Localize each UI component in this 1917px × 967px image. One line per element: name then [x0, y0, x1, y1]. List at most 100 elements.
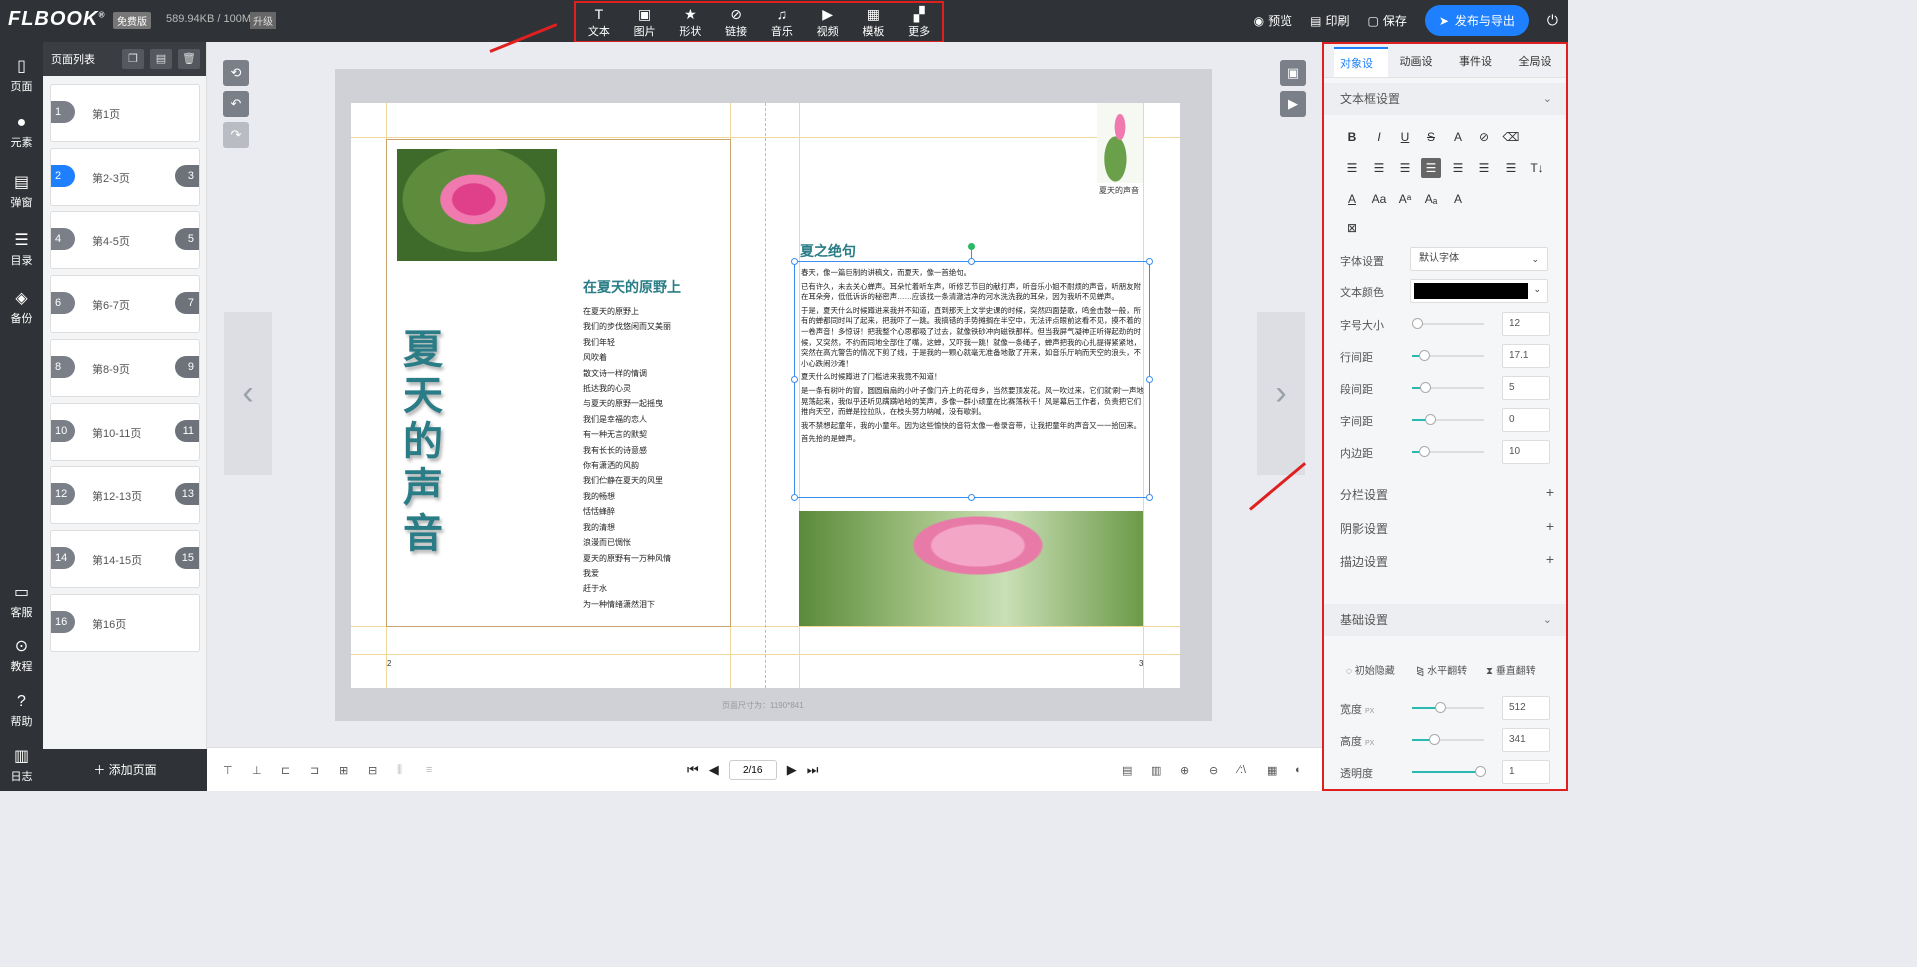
resize-handle[interactable]: [968, 494, 975, 501]
undo-icon[interactable]: ↶: [223, 91, 249, 117]
font-select[interactable]: 默认字体 ⌄: [1410, 247, 1548, 271]
tab-event-settings[interactable]: 事件设置: [1453, 47, 1507, 98]
link-tool[interactable]: ⊘ 链接: [725, 6, 747, 39]
property-value-input[interactable]: 10: [1502, 440, 1550, 464]
property-slider[interactable]: [1412, 318, 1484, 329]
property-value-input[interactable]: 512: [1502, 696, 1550, 720]
slider-knob[interactable]: [1412, 318, 1423, 329]
nav-help[interactable]: ? 帮助: [0, 693, 43, 729]
flip-vertical-button[interactable]: ⧗ 垂直翻转: [1486, 662, 1536, 677]
last-page-icon[interactable]: ⏭: [807, 762, 819, 778]
resize-handle[interactable]: [791, 494, 798, 501]
align-bottom-icon[interactable]: ⊥: [252, 764, 262, 777]
upgrade-button[interactable]: 升级: [250, 12, 276, 29]
layers-icon[interactable]: ▣: [1280, 60, 1306, 86]
play-preview-icon[interactable]: ▶: [1280, 91, 1306, 117]
align-right-icon[interactable]: ⊐: [310, 764, 319, 777]
image-tool[interactable]: ▣ 图片: [634, 6, 656, 39]
justify-all-icon[interactable]: ☰: [1448, 158, 1468, 178]
shadow-settings-row[interactable]: 阴影设置 +: [1340, 518, 1554, 537]
stroke-settings-row[interactable]: 描边设置 +: [1340, 551, 1554, 570]
column-settings-row[interactable]: 分栏设置 +: [1340, 484, 1554, 503]
font-color-icon[interactable]: A: [1342, 189, 1362, 209]
property-slider[interactable]: [1412, 446, 1484, 457]
resize-handle[interactable]: [1146, 376, 1153, 383]
tab-object-settings[interactable]: 对象设置: [1334, 47, 1388, 100]
text-tool[interactable]: T 文本: [588, 6, 610, 39]
initial-hide-button[interactable]: ◌ 初始隐藏: [1346, 662, 1395, 677]
unlink-icon[interactable]: ⊘: [1474, 127, 1494, 147]
font-effect-icon[interactable]: A: [1448, 127, 1468, 147]
page-thumbnail[interactable]: 2 第2-3页 3: [50, 147, 200, 206]
slider-knob[interactable]: [1419, 382, 1431, 393]
resize-handle[interactable]: [1146, 258, 1153, 265]
template-tool[interactable]: ▦ 模板: [862, 6, 884, 39]
nav-service[interactable]: ▭ 客服: [0, 584, 43, 620]
nav-backup[interactable]: ◈ 备份: [0, 290, 43, 326]
lotus-illustration[interactable]: [1097, 103, 1143, 183]
outdent-icon[interactable]: ☰: [1501, 158, 1521, 178]
property-slider[interactable]: [1412, 382, 1484, 393]
property-value-input[interactable]: 5: [1502, 376, 1550, 400]
zoom-out-icon[interactable]: ⊖: [1209, 764, 1218, 777]
nav-popup[interactable]: ▤ 弹窗: [0, 174, 43, 210]
page-thumbnail[interactable]: 8 第8-9页 9: [50, 338, 200, 397]
slider-knob[interactable]: [1474, 766, 1486, 777]
slider-knob[interactable]: [1418, 446, 1430, 457]
page-thumbnail[interactable]: 16 第16页: [50, 593, 200, 652]
history-icon[interactable]: ⟲: [223, 60, 249, 86]
copy-page-icon[interactable]: ❐: [122, 49, 144, 69]
power-icon[interactable]: ⏻: [1547, 12, 1558, 29]
property-value-input[interactable]: 0: [1502, 408, 1550, 432]
nav-toc[interactable]: ☰ 目录: [0, 232, 43, 268]
distribute-h-icon[interactable]: ⫼: [397, 764, 402, 777]
poem-text[interactable]: 在夏天的原野上 我们的步伐悠闲而又美丽 我们年轻 风吹着 散文诗一样的情调 抵达我的心灵与…: [583, 304, 671, 612]
grid-icon[interactable]: ▦: [1267, 764, 1277, 777]
print-button[interactable]: ▤ 印刷: [1310, 12, 1349, 29]
article-title[interactable]: 夏之绝句: [800, 241, 856, 261]
redo-icon[interactable]: ↷: [223, 122, 249, 148]
property-slider[interactable]: [1412, 766, 1486, 777]
property-value-input[interactable]: 341: [1502, 728, 1550, 752]
textbox-section-header[interactable]: 文本框设置 ⌄: [1324, 83, 1566, 115]
superscript-icon[interactable]: Aᵃ: [1395, 189, 1415, 209]
page-thumbnail[interactable]: 14 第14-15页 15: [50, 529, 200, 588]
fit-page-icon[interactable]: ▥: [1151, 764, 1161, 777]
page-input[interactable]: [728, 760, 777, 780]
next-page-arrow[interactable]: ›: [1257, 312, 1305, 475]
font-case-icon[interactable]: Aa: [1369, 189, 1389, 209]
align-left-text-icon[interactable]: ☰: [1342, 158, 1362, 178]
property-slider[interactable]: [1412, 350, 1484, 361]
page-thumbnail[interactable]: 10 第10-11页 11: [50, 402, 200, 461]
lotus-caption[interactable]: 夏天的声音: [1099, 185, 1139, 196]
video-tool[interactable]: ▶ 视频: [817, 6, 839, 39]
bold-icon[interactable]: B: [1342, 127, 1362, 147]
music-tool[interactable]: ♫ 音乐: [771, 6, 793, 39]
flip-horizontal-button[interactable]: ⧎ 水平翻转: [1416, 662, 1467, 677]
lotus-photo[interactable]: [397, 149, 557, 261]
article-text[interactable]: 春天，像一篇巨制的讲稿文，而夏天，像一首绝句。 已有许久，未去关心蝉声。耳朵忙着听…: [801, 268, 1145, 448]
basic-section-header[interactable]: 基础设置 ⌄: [1324, 604, 1566, 636]
zoom-in-icon[interactable]: ⊕: [1180, 764, 1189, 777]
selected-textbox[interactable]: 春天，像一篇巨制的讲稿文，而夏天，像一首绝句。 已有许久，未去关心蝉声。耳朵忙着听…: [794, 261, 1150, 498]
tab-global-settings[interactable]: 全局设置: [1513, 47, 1567, 98]
resize-handle[interactable]: [791, 258, 798, 265]
more-tool[interactable]: ▞ 更多: [908, 6, 930, 39]
property-value-input[interactable]: 12: [1502, 312, 1550, 336]
resize-handle[interactable]: [968, 258, 975, 265]
property-slider[interactable]: [1412, 734, 1484, 745]
page-settings-icon[interactable]: ▤: [1122, 764, 1132, 777]
nav-tutorial[interactable]: ⊙ 教程: [0, 638, 43, 674]
shape-tool[interactable]: ★ 形状: [679, 6, 701, 39]
rotate-handle[interactable]: [968, 243, 975, 250]
page-thumbnail[interactable]: 4 第4-5页 5: [50, 211, 200, 270]
page-thumbnail[interactable]: 12 第12-13页 13: [50, 466, 200, 525]
poem-title[interactable]: 在夏天的原野上: [583, 277, 681, 297]
page-thumbnail[interactable]: 6 第6-7页 7: [50, 275, 200, 334]
strikethrough-icon[interactable]: S: [1421, 127, 1441, 147]
text-background-icon[interactable]: ⊠: [1342, 218, 1362, 238]
eraser-icon[interactable]: ⌫: [1501, 127, 1521, 147]
underline-icon[interactable]: U: [1395, 127, 1415, 147]
property-slider[interactable]: [1412, 414, 1484, 425]
indent-icon[interactable]: ☰: [1474, 158, 1494, 178]
